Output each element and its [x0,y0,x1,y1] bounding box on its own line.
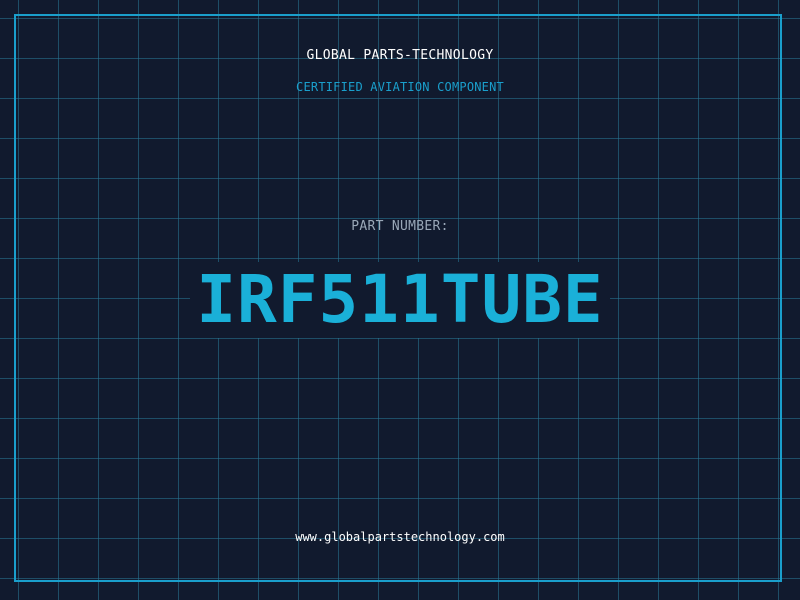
company-name: GLOBAL PARTS-TECHNOLOGY [306,48,494,63]
part-number-value: IRF511TUBE [190,262,610,338]
website-url: www.globalpartstechnology.com [295,530,505,544]
part-number-label: PART NUMBER: [351,219,449,234]
part-number-container: IRF511TUBE [0,262,800,338]
certification-subtitle: CERTIFIED AVIATION COMPONENT [296,80,504,94]
page-canvas: GLOBAL PARTS-TECHNOLOGY CERTIFIED AVIATI… [0,0,800,600]
